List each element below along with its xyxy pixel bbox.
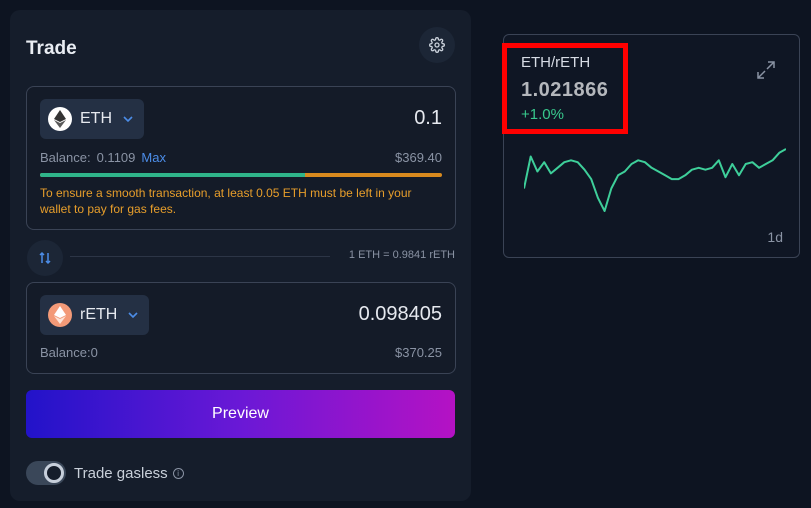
from-token-selector[interactable]: ETH (40, 99, 144, 139)
gear-icon (429, 37, 445, 53)
chevron-down-icon (128, 312, 138, 319)
trade-panel: Trade ETH 0.1 Balance: 0.1109 Max $369.40 (10, 10, 471, 501)
gasless-toggle[interactable] (26, 461, 66, 485)
sparkline-series (524, 148, 786, 212)
gasless-row: Trade gasless i (26, 461, 184, 485)
from-token-symbol: ETH (80, 110, 112, 127)
trade-title: Trade (26, 38, 77, 59)
balance-progress-fill (40, 173, 306, 177)
chart-period: 1d (767, 229, 783, 245)
expand-chart-button[interactable] (755, 59, 777, 81)
from-balance-value: 0.1109 (96, 150, 136, 165)
swap-direction-button[interactable] (27, 240, 63, 276)
balance-progress-bar (40, 173, 442, 177)
from-balance-label: Balance: (40, 150, 91, 165)
preview-button[interactable]: Preview (26, 390, 455, 438)
to-balance-label: Balance: (40, 345, 91, 360)
reth-token-icon (48, 303, 72, 327)
to-token-box: rETH 0.098405 Balance:0 $370.25 (26, 282, 456, 374)
swap-arrows-icon (39, 251, 51, 265)
from-amount-input[interactable]: 0.1 (414, 107, 442, 130)
to-token-symbol: rETH (80, 306, 118, 323)
to-balance-row: Balance:0 $370.25 (40, 345, 442, 360)
price-sparkline (524, 148, 786, 212)
toggle-knob (44, 463, 64, 483)
gasless-label: Trade gasless (74, 464, 168, 482)
info-icon[interactable]: i (172, 467, 184, 479)
divider (70, 256, 330, 257)
max-button[interactable]: Max (141, 150, 166, 165)
settings-button[interactable] (419, 27, 455, 63)
highlight-box (502, 43, 628, 134)
gas-warning: To ensure a smooth transaction, at least… (40, 186, 412, 216)
from-balance-row: Balance: 0.1109 Max $369.40 (40, 150, 442, 165)
from-usd-value: $369.40 (395, 150, 442, 165)
from-token-box: ETH 0.1 Balance: 0.1109 Max $369.40 To ens… (26, 86, 456, 230)
to-amount-output: 0.098405 (358, 303, 442, 325)
eth-token-icon (48, 107, 72, 131)
expand-icon (757, 61, 775, 79)
to-token-selector[interactable]: rETH (40, 295, 150, 335)
exchange-rate: 1 ETH = 0.9841 rETH (348, 249, 455, 261)
chevron-down-icon (123, 116, 133, 123)
to-balance-value: 0 (90, 345, 98, 360)
to-usd-value: $370.25 (395, 345, 442, 360)
